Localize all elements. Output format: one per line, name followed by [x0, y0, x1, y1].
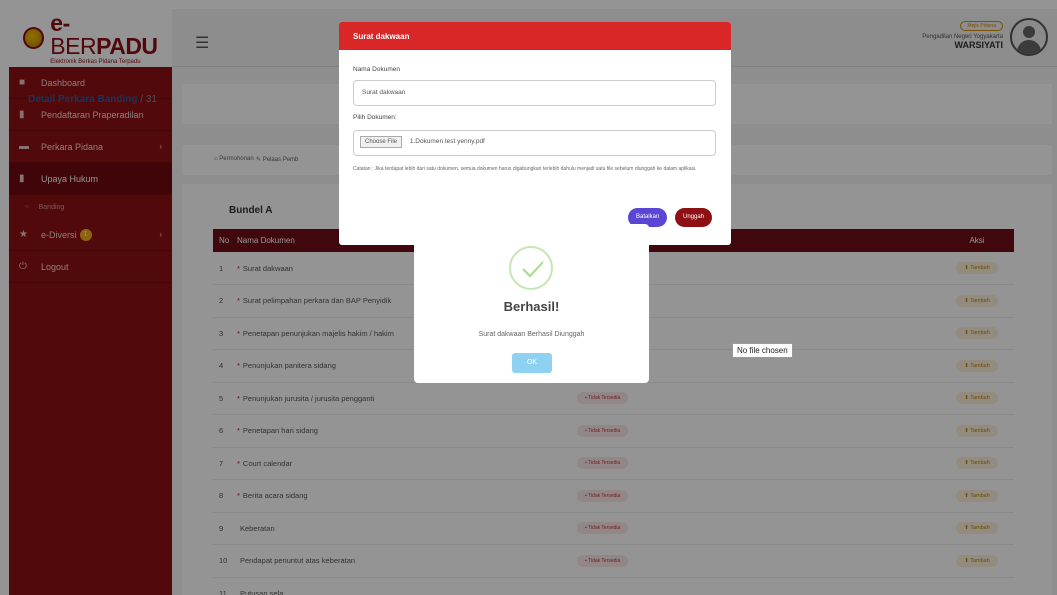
modal-title: Surat dakwaan: [339, 22, 731, 50]
file-input[interactable]: Choose File 1.Dokumen test yenny.pdf: [353, 130, 716, 156]
dialog-message: Surat dakwaan Berhasil Diunggah: [478, 331, 585, 338]
file-name: 1.Dokumen test yenny.pdf: [409, 138, 485, 145]
upload-button[interactable]: Unggah: [675, 208, 713, 227]
doc-name-label: Nama Dokumen: [353, 66, 400, 73]
dialog-title: Berhasil!: [503, 299, 560, 314]
choose-doc-label: Pilih Dokumen:: [353, 114, 397, 121]
choose-file-button[interactable]: Choose File: [360, 136, 403, 148]
ok-button[interactable]: OK: [512, 353, 552, 373]
success-check-icon: [509, 246, 553, 290]
doc-name-field[interactable]: Surat dakwaan: [353, 80, 716, 106]
file-tooltip: No file chosen: [732, 343, 793, 358]
upload-modal: Surat dakwaan Nama Dokumen Surat dakwaan…: [339, 22, 731, 245]
upload-note: Catatan : Jika terdapat lebih dari satu …: [353, 166, 697, 172]
success-dialog: Berhasil! Surat dakwaan Berhasil Diungga…: [414, 224, 649, 383]
